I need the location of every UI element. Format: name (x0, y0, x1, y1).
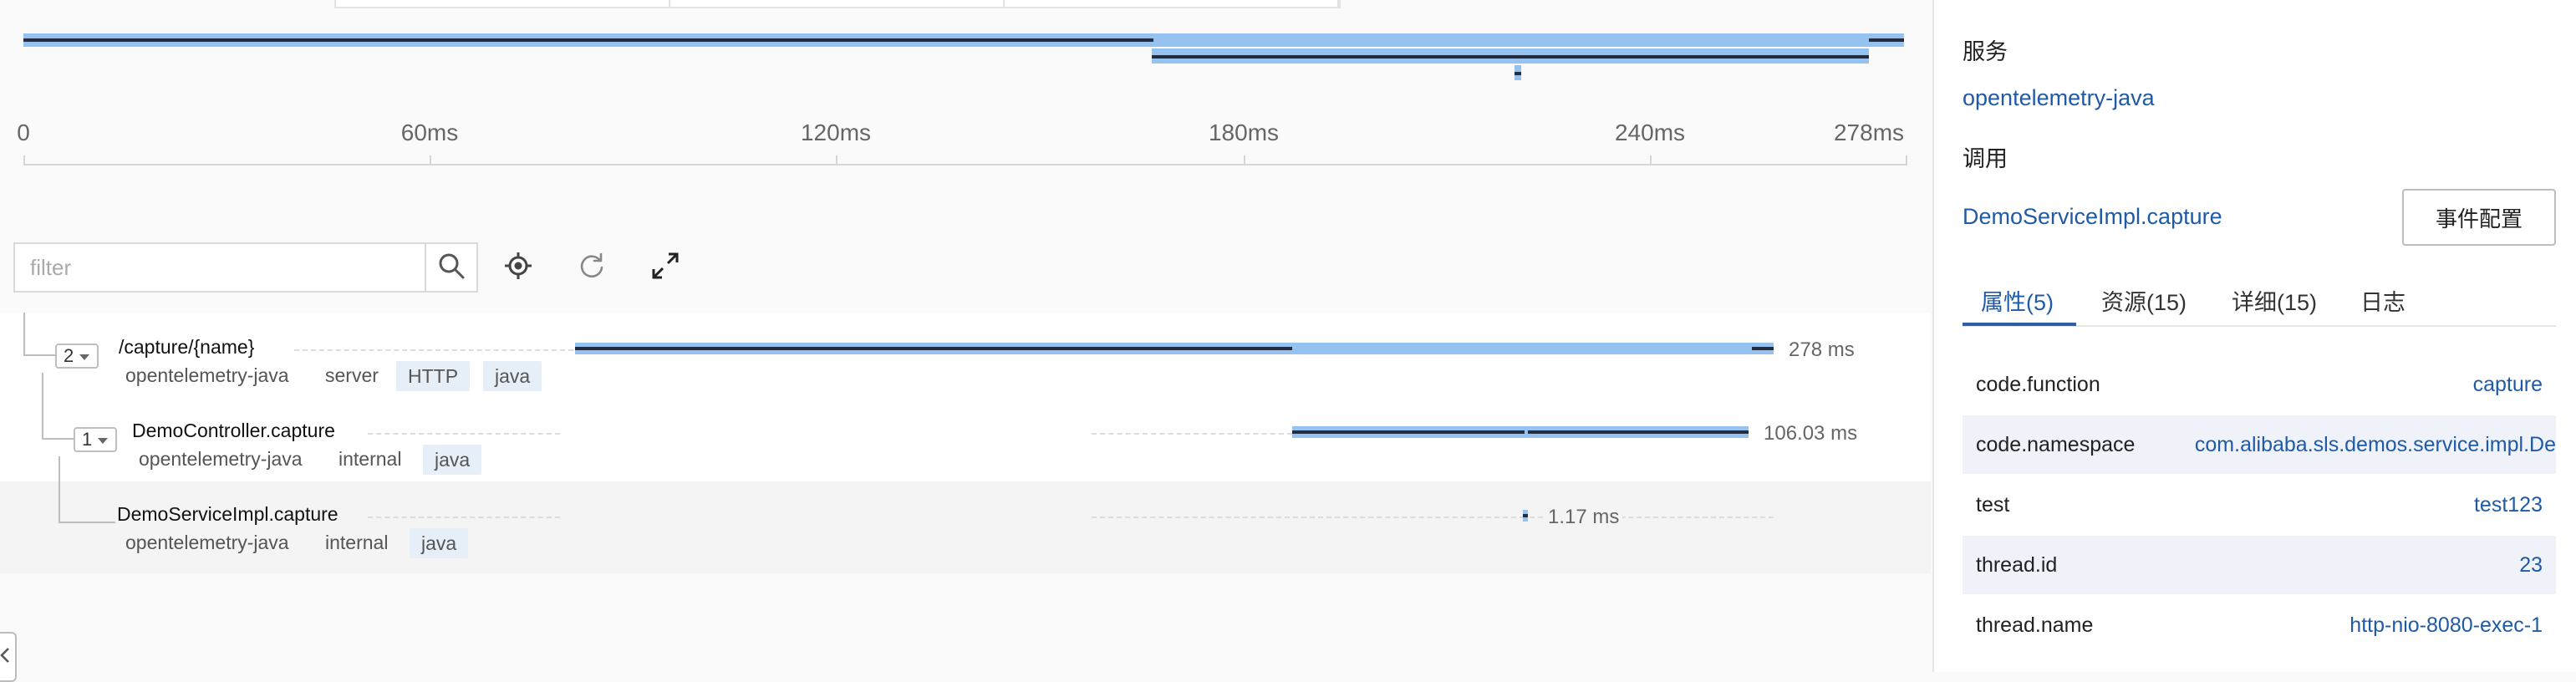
span-tag: java (410, 528, 469, 558)
attribute-row: test test123 (1963, 476, 2556, 534)
attribute-row: thread.id 23 (1963, 536, 2556, 594)
minimap-self-time (23, 38, 1153, 42)
call-label: 调用 (1963, 146, 2008, 171)
span-service: opentelemetry-java (125, 532, 289, 553)
minimap-self-time (1869, 38, 1904, 42)
tab-divider (1003, 0, 1005, 7)
span-collapse-toggle[interactable]: 1 (74, 427, 118, 452)
caret-down-icon (79, 345, 90, 367)
tree-line (42, 438, 74, 440)
attribute-key: thread.name (1976, 613, 2094, 637)
tree-line (59, 456, 60, 523)
span-guide-line (368, 433, 560, 435)
minimap-self-time (1515, 72, 1521, 75)
span-detail-panel: 服务 opentelemetry-java 调用 DemoServiceImpl… (1932, 0, 2576, 672)
tree-line (42, 373, 43, 440)
span-guide-line (294, 349, 573, 351)
tab-divider (669, 0, 670, 7)
collapse-sidebar-button[interactable] (0, 632, 17, 682)
chevron-left-icon (0, 647, 10, 668)
attribute-row: code.namespace com.alibaba.sls.demos.ser… (1963, 415, 2556, 474)
tree-line (23, 313, 25, 356)
span-duration: 106.03 ms (1764, 422, 1858, 445)
axis-tick (23, 155, 25, 165)
timeline-axis (23, 164, 1907, 165)
refresh-icon (578, 252, 606, 284)
span-name: /capture/{name} (119, 336, 255, 358)
caret-down-icon (97, 429, 109, 450)
span-name: DemoServiceImpl.capture (117, 503, 339, 525)
span-duration: 278 ms (1789, 338, 1855, 361)
attribute-value[interactable]: 23 (2519, 553, 2543, 578)
span-guide-line (1092, 517, 1525, 518)
axis-tick-label: 180ms (1208, 120, 1280, 145)
active-tab-indicator (1963, 323, 2076, 326)
filter-input[interactable] (15, 244, 428, 291)
tab-details[interactable]: 详细(15) (2232, 284, 2317, 317)
span-tag: java (483, 361, 542, 391)
attribute-key: code.namespace (1976, 433, 2136, 456)
filter-field (13, 242, 478, 293)
tab-attributes[interactable]: 属性(5) (1981, 284, 2054, 317)
attribute-key: code.function (1976, 373, 2100, 396)
minimap-self-time (1152, 55, 1869, 59)
tab-divider (1337, 0, 1339, 7)
span-row-highlight (0, 481, 1931, 573)
service-link[interactable]: opentelemetry-java (1963, 85, 2155, 111)
span-kind: internal (325, 532, 389, 553)
span-kind: internal (339, 448, 402, 470)
expand-icon (650, 251, 680, 285)
child-span-marker (1525, 429, 1528, 435)
span-duration: 1.17 ms (1545, 506, 1623, 529)
span-name: DemoController.capture (132, 420, 335, 441)
axis-tick-label: 120ms (800, 120, 872, 145)
span-collapse-toggle[interactable]: 2 (55, 344, 99, 369)
refresh-button[interactable] (572, 247, 612, 288)
axis-tick-label: 60ms (400, 120, 459, 145)
search-icon (437, 252, 466, 284)
axis-tick (1906, 155, 1907, 165)
axis-tick (1650, 155, 1652, 165)
span-service: opentelemetry-java (139, 448, 303, 470)
event-config-button[interactable]: 事件配置 (2402, 189, 2556, 246)
span-service: opentelemetry-java (125, 364, 289, 386)
span-guide-line (368, 517, 560, 518)
locate-button[interactable] (498, 247, 538, 288)
expand-button[interactable] (645, 247, 685, 288)
span-self-time-bar (575, 347, 1292, 350)
attribute-value[interactable]: test123 (2474, 493, 2543, 517)
attribute-value[interactable]: com.alibaba.sls.demos.service.impl.De (2195, 433, 2556, 457)
attribute-key: thread.id (1976, 553, 2058, 577)
tab-logs[interactable]: 日志 (2360, 284, 2405, 317)
search-button[interactable] (425, 244, 476, 291)
attribute-value[interactable]: http-nio-8080-exec-1 (2349, 613, 2543, 638)
child-count: 2 (64, 345, 74, 366)
locate-icon (504, 252, 532, 284)
axis-tick-label: 278ms (1833, 120, 1905, 145)
call-link[interactable]: DemoServiceImpl.capture (1963, 204, 2222, 230)
tree-line (59, 522, 115, 523)
span-self-time-bar (1523, 514, 1528, 517)
axis-tick (836, 155, 837, 165)
child-count: 1 (82, 429, 93, 450)
span-kind: server (325, 364, 379, 386)
axis-tick-label: 0 (17, 120, 30, 145)
tree-line (23, 354, 57, 356)
tab-resources[interactable]: 资源(15) (2101, 284, 2187, 317)
axis-tick-label: 240ms (1614, 120, 1686, 145)
axis-tick (430, 155, 431, 165)
axis-tick (1244, 155, 1245, 165)
service-label: 服务 (1963, 39, 2008, 64)
span-tag: HTTP (396, 361, 471, 391)
span-self-time-bar (1752, 347, 1774, 350)
attribute-value[interactable]: capture (2473, 373, 2543, 397)
span-tag: java (423, 445, 482, 475)
span-guide-line (1092, 433, 1292, 435)
attribute-row: code.function capture (1963, 355, 2556, 414)
attribute-key: test (1976, 493, 2010, 517)
span-self-time-bar (1292, 430, 1749, 434)
attribute-row: thread.name http-nio-8080-exec-1 (1963, 596, 2556, 654)
top-tab-strip (334, 0, 1341, 8)
